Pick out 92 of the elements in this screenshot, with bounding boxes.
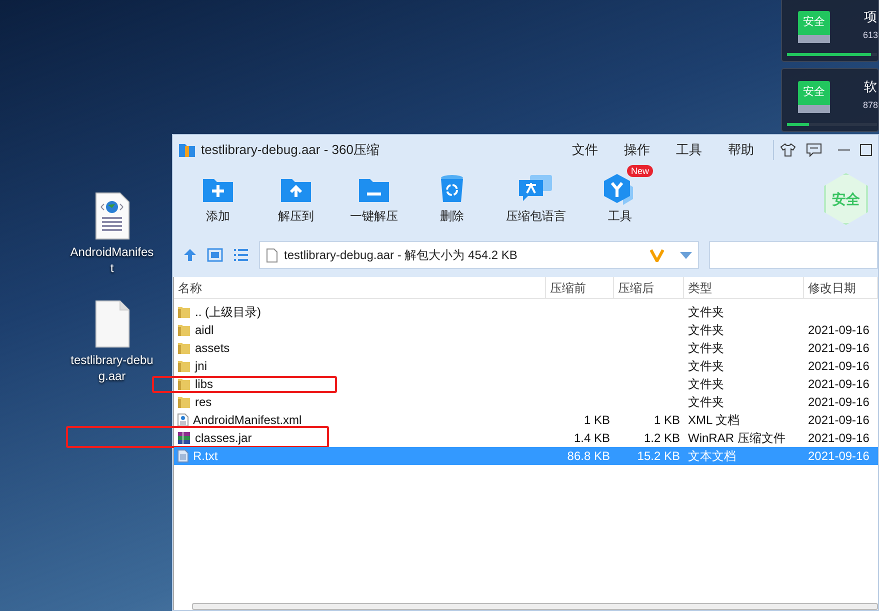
disk-label: 安全 <box>802 84 826 100</box>
xml-document-icon <box>94 192 130 240</box>
table-cell: 文件夹 <box>688 341 724 355</box>
column-header[interactable]: 压缩前 <box>546 277 614 298</box>
table-cell: 2021-09-16 <box>808 431 870 445</box>
maximize-icon[interactable] <box>860 144 872 156</box>
v-logo-icon[interactable] <box>650 248 664 262</box>
file-name: res <box>195 394 212 411</box>
file-row[interactable]: assets 文件夹 2021-09-16 <box>174 339 878 357</box>
table-cell: 文件夹 <box>688 323 724 337</box>
disk-widget[interactable]: 安全 软 878 <box>781 68 879 132</box>
file-name: libs <box>195 376 214 393</box>
file-row[interactable]: aidl 文件夹 2021-09-16 <box>174 321 878 339</box>
table-cell: XML 文档 <box>688 413 740 427</box>
table-cell: 文件夹 <box>688 305 724 319</box>
disk-label: 安全 <box>802 14 826 30</box>
speech-bubble-icon <box>518 174 554 204</box>
table-cell: 2021-09-16 <box>808 377 870 391</box>
file-name: .. (上级目录) <box>195 304 261 321</box>
minimize-icon[interactable] <box>838 149 850 151</box>
table-cell: 2021-09-16 <box>808 359 870 373</box>
column-header[interactable]: 名称 <box>174 277 546 298</box>
table-cell: 文件夹 <box>688 377 724 391</box>
table-cell: 2021-09-16 <box>808 341 870 355</box>
toolbar-button[interactable]: 解压到 <box>257 173 335 225</box>
menu-item[interactable]: 工具 <box>663 140 715 160</box>
file-row[interactable]: AndroidManifest.xml 1 KB 1 KB XML 文档 2021-09-16 <box>174 411 878 429</box>
folder-icon <box>177 395 191 409</box>
shirt-icon[interactable] <box>780 143 796 157</box>
toolbar-button[interactable]: 添加 <box>179 173 257 225</box>
disk-size: 878 <box>863 99 878 112</box>
table-cell: 文件夹 <box>688 359 724 373</box>
file-name: jni <box>195 358 208 375</box>
security-shield: 安全 <box>824 173 868 225</box>
list-view-icon[interactable] <box>233 248 249 262</box>
window-title: testlibrary-debug.aar - 360压缩 <box>201 141 380 160</box>
new-badge: New <box>627 165 654 177</box>
table-cell: 文件夹 <box>688 395 724 409</box>
column-header[interactable]: 压缩后 <box>614 277 684 298</box>
file-name: R.txt <box>193 448 218 465</box>
table-cell: 1.4 KB <box>574 431 610 445</box>
menu-item[interactable]: 帮助 <box>715 140 767 160</box>
disk-widget[interactable]: 安全 项 613 <box>781 0 879 62</box>
toolbar-button[interactable]: 删除 <box>413 173 491 225</box>
folder-icon <box>177 323 191 337</box>
blank-file-icon <box>94 300 130 348</box>
recycle-bin-icon <box>439 174 465 204</box>
file-row[interactable]: res 文件夹 2021-09-16 <box>174 393 878 411</box>
dropdown-caret-icon[interactable] <box>680 252 692 258</box>
table-cell: 2021-09-16 <box>808 413 870 427</box>
stacked-books-icon <box>177 431 191 445</box>
archive-app-icon <box>179 143 195 157</box>
folder-icon <box>177 341 191 355</box>
file-name: assets <box>195 340 230 357</box>
desktop-icon-label[interactable]: AndroidManifest <box>70 244 154 276</box>
column-header[interactable]: 修改日期 <box>804 277 878 298</box>
disk-size: 613 <box>863 29 878 42</box>
disk-title: 软 <box>864 78 877 96</box>
folder-icon <box>177 377 191 391</box>
table-cell: 2021-09-16 <box>808 395 870 409</box>
file-icon <box>266 248 278 262</box>
disk-title: 项 <box>864 8 877 26</box>
table-cell: 2021-09-16 <box>808 449 870 463</box>
up-arrow-icon[interactable] <box>183 248 197 262</box>
search-field[interactable] <box>709 241 878 269</box>
file-row[interactable]: .. (上级目录) 文件夹 <box>174 303 878 321</box>
table-cell: 文本文档 <box>688 449 736 463</box>
horizontal-scrollbar[interactable] <box>192 603 878 610</box>
desktop-icon-label[interactable]: testlibrary-debug.aar <box>70 352 154 384</box>
table-cell: 1.2 KB <box>644 431 680 445</box>
thumbnail-view-icon[interactable] <box>207 248 223 262</box>
table-cell: 1 KB <box>584 413 610 427</box>
table-cell: 2021-09-16 <box>808 323 870 337</box>
file-name: AndroidManifest.xml <box>193 412 302 429</box>
folder-icon <box>177 305 191 319</box>
toolbar-button[interactable]: 一键解压 <box>335 173 413 225</box>
address-field[interactable]: testlibrary-debug.aar - 解包大小为 454.2 KB <box>259 241 699 269</box>
file-name: aidl <box>195 322 214 339</box>
xml-document-icon <box>177 413 189 427</box>
column-header[interactable]: 类型 <box>684 277 804 298</box>
table-cell: 86.8 KB <box>567 449 610 463</box>
toolbar-button[interactable]: 压缩包语言 <box>491 173 581 225</box>
text-document-icon <box>177 449 189 463</box>
folder-icon <box>177 359 191 373</box>
file-row[interactable]: jni 文件夹 2021-09-16 <box>174 357 878 375</box>
file-name: classes.jar <box>195 430 252 447</box>
menu-item[interactable]: 操作 <box>611 140 663 160</box>
table-cell: 15.2 KB <box>637 449 680 463</box>
feedback-icon[interactable] <box>806 143 822 157</box>
menu-item[interactable]: 文件 <box>559 140 611 160</box>
table-cell: WinRAR 压缩文件 <box>688 431 786 445</box>
table-cell: 1 KB <box>654 413 680 427</box>
